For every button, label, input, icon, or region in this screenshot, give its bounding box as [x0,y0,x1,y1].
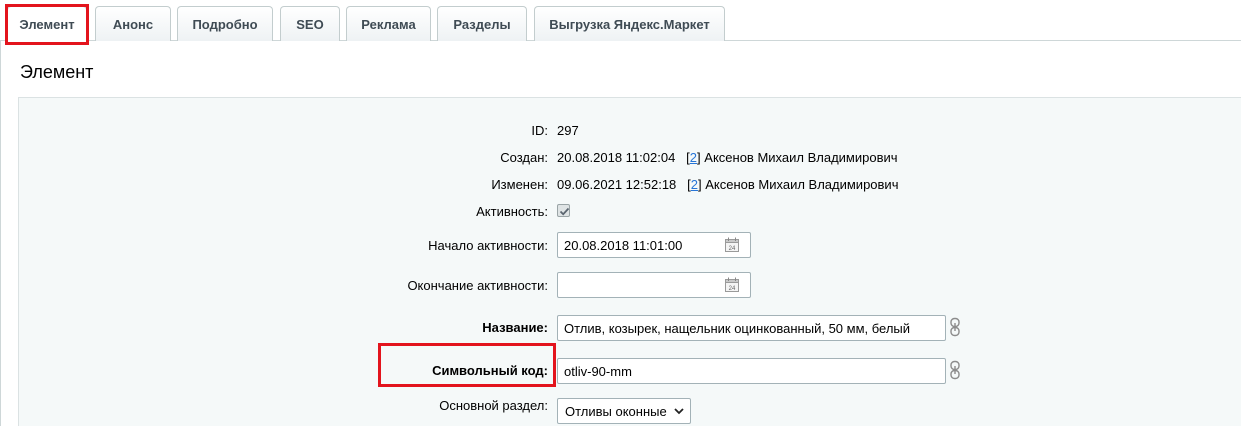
tab-yandex-market-export[interactable]: Выгрузка Яндекс.Маркет [534,6,725,41]
active-label: Активность: [476,204,548,219]
tab-seo[interactable]: SEO [280,6,340,41]
id-value: 297 [557,123,579,138]
code-input[interactable] [557,358,946,384]
created-user-bracket-close: ] [697,150,701,165]
tab-element[interactable]: Элемент [7,6,87,42]
active-from-input[interactable] [557,232,751,258]
active-from-label: Начало активности: [428,238,548,253]
created-date: 20.08.2018 11:02:04 [557,150,676,165]
name-input[interactable] [557,315,946,341]
link-chain-icon[interactable] [948,317,962,337]
modified-date: 09.06.2021 12:52:18 [557,177,677,192]
section-select[interactable]: Отливы оконные [557,398,691,424]
created-user-id-link[interactable]: 2 [690,150,697,165]
tab-label: Элемент [19,17,75,32]
tab-label: Выгрузка Яндекс.Маркет [549,16,710,32]
checkmark-icon [559,207,570,216]
calendar-icon-day: 24 [729,286,736,292]
modified-user-bracket-close: ] [697,177,702,192]
section-label: Основной раздел: [439,398,548,413]
tab-sections[interactable]: Разделы [437,6,527,41]
active-to-label: Окончание активности: [407,278,548,293]
created-label: Создан: [500,150,548,165]
tab-ads[interactable]: Реклама [346,6,431,41]
modified-label: Изменен: [491,177,548,192]
modified-info: 09.06.2021 12:52:18 [2] Аксенов Михаил В… [557,177,898,192]
modified-user-name: Аксенов Михаил Владимирович [705,177,899,192]
created-info: 20.08.2018 11:02:04 [2] Аксенов Михаил В… [557,150,898,165]
created-user-name: Аксенов Михаил Владимирович [704,150,898,165]
tab-details[interactable]: Подробно [177,6,273,41]
id-label: ID: [531,123,548,138]
tab-label: Разделы [453,16,511,32]
tab-announce[interactable]: Анонс [95,6,171,41]
active-to-input[interactable] [557,272,751,298]
tab-label: Анонс [112,16,154,32]
panel-title: Элемент [20,62,94,82]
active-checkbox[interactable] [557,204,570,217]
tab-bar: Элемент Анонс Подробно SEO Реклама Разде… [0,0,1241,42]
tab-label: Реклама [361,16,416,32]
tab-label: SEO [296,16,324,32]
modified-user-id-link[interactable]: 2 [691,177,698,192]
calendar-icon[interactable]: 24 [724,277,740,293]
code-label: Символьный код: [432,363,548,378]
name-label: Название: [482,320,548,335]
section-select-value: Отливы оконные [565,403,667,419]
chevron-down-icon [674,408,684,415]
link-chain-icon[interactable] [948,360,962,380]
calendar-icon[interactable]: 24 [724,237,740,253]
tab-label: Подробно [192,16,258,32]
calendar-icon-day: 24 [729,246,736,252]
